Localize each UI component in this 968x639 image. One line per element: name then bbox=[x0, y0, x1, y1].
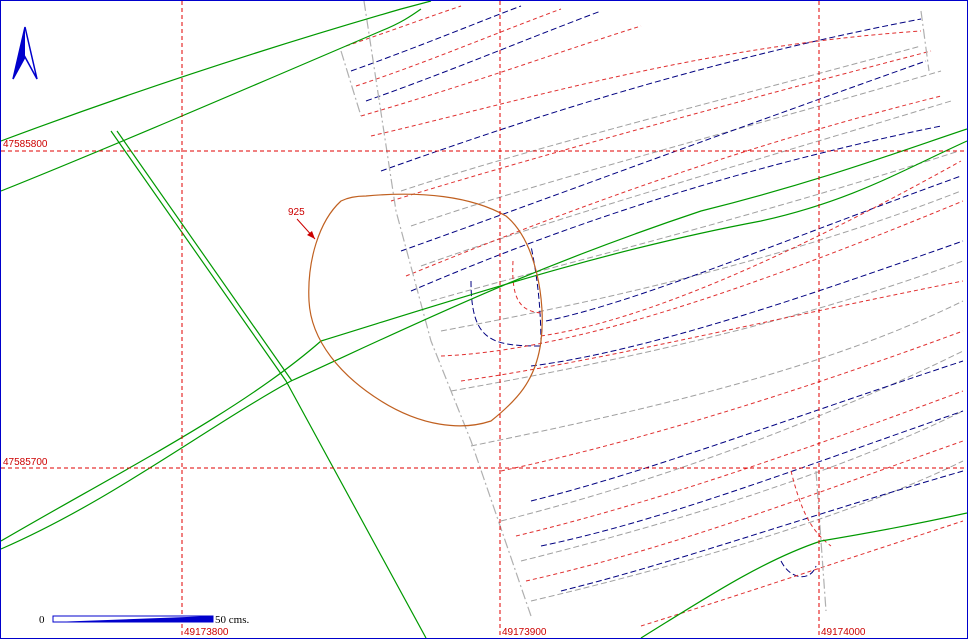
survey-boundary bbox=[340, 1, 930, 617]
pond-annotation: 925 bbox=[288, 207, 316, 240]
contour-lines-blue bbox=[350, 5, 964, 592]
north-arrow-icon bbox=[12, 26, 38, 80]
pond-outline[interactable] bbox=[308, 193, 543, 427]
map-canvas[interactable]: 925 47585800 47585700 49173800 49173900 … bbox=[1, 1, 967, 638]
grid-label-y-bottom: 47585700 bbox=[3, 457, 48, 468]
coordinate-grid bbox=[1, 1, 967, 638]
road-lines bbox=[1, 1, 967, 638]
scale-bar-end-label: 50 cms. bbox=[215, 614, 249, 626]
contour-lines-red bbox=[345, 5, 964, 627]
grid-label-y-top: 47585800 bbox=[3, 139, 48, 150]
map-view[interactable]: 925 47585800 47585700 49173800 49173900 … bbox=[0, 0, 968, 639]
scale-bar: 0 50 cms. bbox=[39, 614, 249, 626]
annotation-label: 925 bbox=[288, 207, 305, 218]
scale-bar-start-label: 0 bbox=[39, 614, 45, 626]
grid-label-x-middle: 49173900 bbox=[502, 627, 547, 638]
contour-lines-grey bbox=[400, 45, 964, 602]
annotation-arrowhead-icon bbox=[307, 231, 315, 239]
grid-label-x-left: 49173800 bbox=[184, 627, 229, 638]
grid-label-x-right: 49174000 bbox=[821, 627, 866, 638]
